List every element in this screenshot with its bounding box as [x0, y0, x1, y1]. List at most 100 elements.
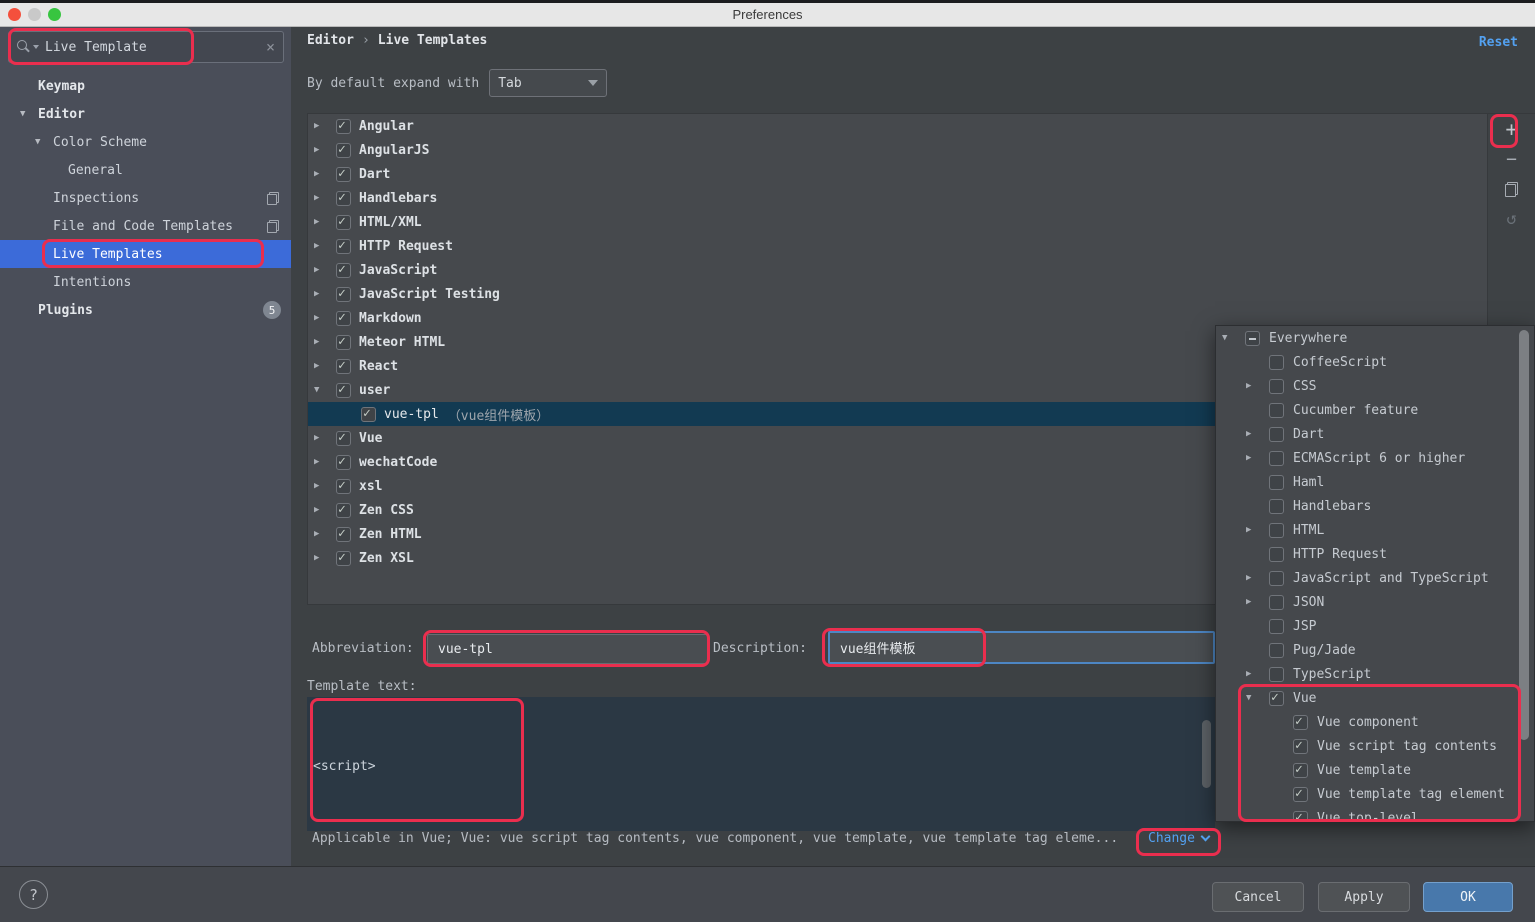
context-checkbox[interactable]: [1269, 426, 1284, 442]
close-window-button[interactable]: [8, 8, 21, 21]
context-row[interactable]: Vue template tag element: [1216, 782, 1534, 806]
context-row[interactable]: Vue script tag contents: [1216, 734, 1534, 758]
template-row[interactable]: JavaScript Testing: [308, 282, 1487, 306]
settings-search-field[interactable]: Live Template ×: [8, 31, 284, 63]
abbreviation-input[interactable]: vue-tpl: [427, 634, 708, 664]
context-row[interactable]: Dart: [1216, 422, 1534, 446]
sidebar-item[interactable]: Inspections: [0, 184, 291, 212]
tree-expand-icon[interactable]: [314, 457, 330, 467]
search-input-value[interactable]: Live Template: [45, 40, 266, 55]
template-enabled-checkbox[interactable]: [336, 214, 351, 230]
context-row[interactable]: Vue template: [1216, 758, 1534, 782]
remove-template-button[interactable]: −: [1488, 144, 1535, 174]
template-enabled-checkbox[interactable]: [336, 358, 351, 374]
template-row[interactable]: Handlebars: [308, 186, 1487, 210]
context-checkbox[interactable]: [1269, 522, 1284, 538]
add-template-button[interactable]: +: [1488, 114, 1535, 144]
context-row[interactable]: CoffeeScript: [1216, 350, 1534, 374]
search-options-caret-icon[interactable]: [33, 45, 39, 49]
help-button[interactable]: ?: [19, 880, 48, 909]
sidebar-item[interactable]: Color Scheme: [0, 128, 291, 156]
tree-expand-icon[interactable]: [1246, 693, 1262, 703]
context-checkbox[interactable]: [1269, 666, 1284, 682]
context-row[interactable]: CSS: [1216, 374, 1534, 398]
sidebar-item[interactable]: Intentions: [0, 268, 291, 296]
template-enabled-checkbox[interactable]: [336, 430, 351, 446]
context-row[interactable]: Vue top-level: [1216, 806, 1534, 821]
context-row[interactable]: Vue: [1216, 686, 1534, 710]
context-checkbox[interactable]: [1269, 378, 1284, 394]
template-text-editor[interactable]: <script> export default { name: "$0$", c…: [307, 697, 1215, 831]
ok-button[interactable]: OK: [1423, 882, 1513, 912]
template-row[interactable]: JavaScript: [308, 258, 1487, 282]
context-checkbox[interactable]: [1269, 450, 1284, 466]
tree-expand-icon[interactable]: [314, 433, 330, 443]
context-row[interactable]: ECMAScript 6 or higher: [1216, 446, 1534, 470]
sidebar-item[interactable]: Keymap: [0, 72, 291, 100]
reset-link[interactable]: Reset: [1479, 35, 1518, 50]
description-input[interactable]: vue组件模板: [828, 631, 1215, 664]
tree-expand-icon[interactable]: [314, 385, 330, 395]
tree-expand-icon[interactable]: [314, 121, 330, 131]
sidebar-item[interactable]: File and Code Templates: [0, 212, 291, 240]
popup-scrollbar[interactable]: [1519, 330, 1529, 740]
context-checkbox[interactable]: [1293, 762, 1308, 778]
restore-defaults-button[interactable]: ↺: [1488, 204, 1535, 234]
context-checkbox[interactable]: [1269, 618, 1284, 634]
tree-expand-icon[interactable]: [314, 241, 330, 251]
template-enabled-checkbox[interactable]: [336, 526, 351, 542]
tree-expand-icon[interactable]: [314, 193, 330, 203]
tree-expand-icon[interactable]: [314, 313, 330, 323]
duplicate-template-button[interactable]: [1488, 174, 1535, 204]
template-enabled-checkbox[interactable]: [336, 262, 351, 278]
context-checkbox[interactable]: [1269, 546, 1284, 562]
context-checkbox[interactable]: [1269, 498, 1284, 514]
context-checkbox[interactable]: [1269, 642, 1284, 658]
tree-expand-icon[interactable]: [314, 361, 330, 371]
template-enabled-checkbox[interactable]: [336, 190, 351, 206]
sidebar-item[interactable]: Live Templates: [0, 240, 291, 268]
template-enabled-checkbox[interactable]: [336, 142, 351, 158]
context-row[interactable]: HTTP Request: [1216, 542, 1534, 566]
tree-expand-icon[interactable]: [314, 169, 330, 179]
context-row[interactable]: JSP: [1216, 614, 1534, 638]
template-enabled-checkbox[interactable]: [336, 286, 351, 302]
template-enabled-checkbox[interactable]: [336, 238, 351, 254]
context-checkbox[interactable]: [1269, 570, 1284, 586]
tree-expand-icon[interactable]: [314, 289, 330, 299]
context-checkbox[interactable]: [1293, 786, 1308, 802]
context-checkbox[interactable]: [1293, 714, 1308, 730]
context-row[interactable]: Pug/Jade: [1216, 638, 1534, 662]
change-context-link[interactable]: Change: [1148, 831, 1211, 846]
template-enabled-checkbox[interactable]: [336, 382, 351, 398]
context-row[interactable]: Everywhere: [1216, 326, 1534, 350]
context-row[interactable]: TypeScript: [1216, 662, 1534, 686]
clear-search-icon[interactable]: ×: [266, 38, 275, 56]
template-enabled-checkbox[interactable]: [336, 454, 351, 470]
template-enabled-checkbox[interactable]: [336, 550, 351, 566]
zoom-window-button[interactable]: [48, 8, 61, 21]
template-enabled-checkbox[interactable]: [336, 166, 351, 182]
breadcrumb-section[interactable]: Editor: [307, 33, 354, 48]
template-enabled-checkbox[interactable]: [336, 334, 351, 350]
context-checkbox[interactable]: [1293, 738, 1308, 754]
minimize-window-button[interactable]: [28, 8, 41, 21]
template-row[interactable]: HTTP Request: [308, 234, 1487, 258]
cancel-button[interactable]: Cancel: [1212, 882, 1304, 912]
tree-expand-icon[interactable]: [314, 529, 330, 539]
tree-expand-icon[interactable]: [1222, 333, 1238, 343]
context-checkbox[interactable]: [1269, 402, 1284, 418]
template-enabled-checkbox[interactable]: [336, 502, 351, 518]
tree-expand-icon[interactable]: [35, 137, 53, 147]
template-enabled-checkbox[interactable]: [361, 406, 376, 422]
template-enabled-checkbox[interactable]: [336, 118, 351, 134]
tree-expand-icon[interactable]: [314, 337, 330, 347]
context-row[interactable]: Vue component: [1216, 710, 1534, 734]
tree-expand-icon[interactable]: [1246, 453, 1262, 463]
tree-expand-icon[interactable]: [1246, 669, 1262, 679]
tree-expand-icon[interactable]: [314, 265, 330, 275]
context-row[interactable]: Cucumber feature: [1216, 398, 1534, 422]
context-checkbox[interactable]: [1293, 810, 1308, 821]
tree-expand-icon[interactable]: [314, 145, 330, 155]
context-row[interactable]: JSON: [1216, 590, 1534, 614]
